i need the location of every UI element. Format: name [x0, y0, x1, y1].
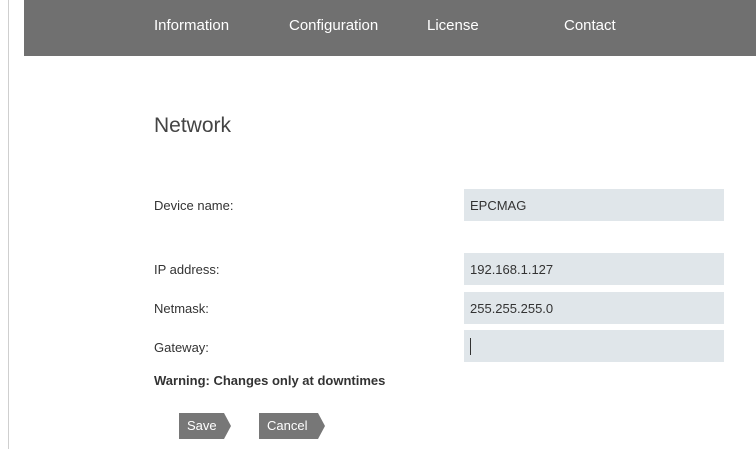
- nav-item-license[interactable]: License: [427, 17, 479, 34]
- top-navbar: Information Configuration License Contac…: [24, 0, 756, 56]
- gateway-label: Gateway:: [154, 340, 209, 355]
- page-title: Network: [154, 114, 232, 137]
- left-border: [8, 0, 9, 449]
- warning-message: Warning: Changes only at downtimes: [154, 373, 386, 388]
- nav-item-contact[interactable]: Contact: [564, 17, 616, 34]
- ip-address-label: IP address:: [154, 262, 220, 277]
- device-name-label: Device name:: [154, 198, 234, 213]
- nav-item-information[interactable]: Information: [154, 17, 229, 34]
- netmask-label: Netmask:: [154, 301, 209, 316]
- gateway-input[interactable]: [464, 330, 724, 362]
- device-name-input[interactable]: [464, 189, 724, 221]
- ip-address-input[interactable]: [464, 253, 724, 285]
- cancel-button[interactable]: Cancel: [259, 413, 325, 439]
- nav-item-configuration[interactable]: Configuration: [289, 17, 378, 34]
- netmask-input[interactable]: [464, 292, 724, 324]
- save-button[interactable]: Save: [179, 413, 231, 439]
- text-cursor: [470, 338, 471, 355]
